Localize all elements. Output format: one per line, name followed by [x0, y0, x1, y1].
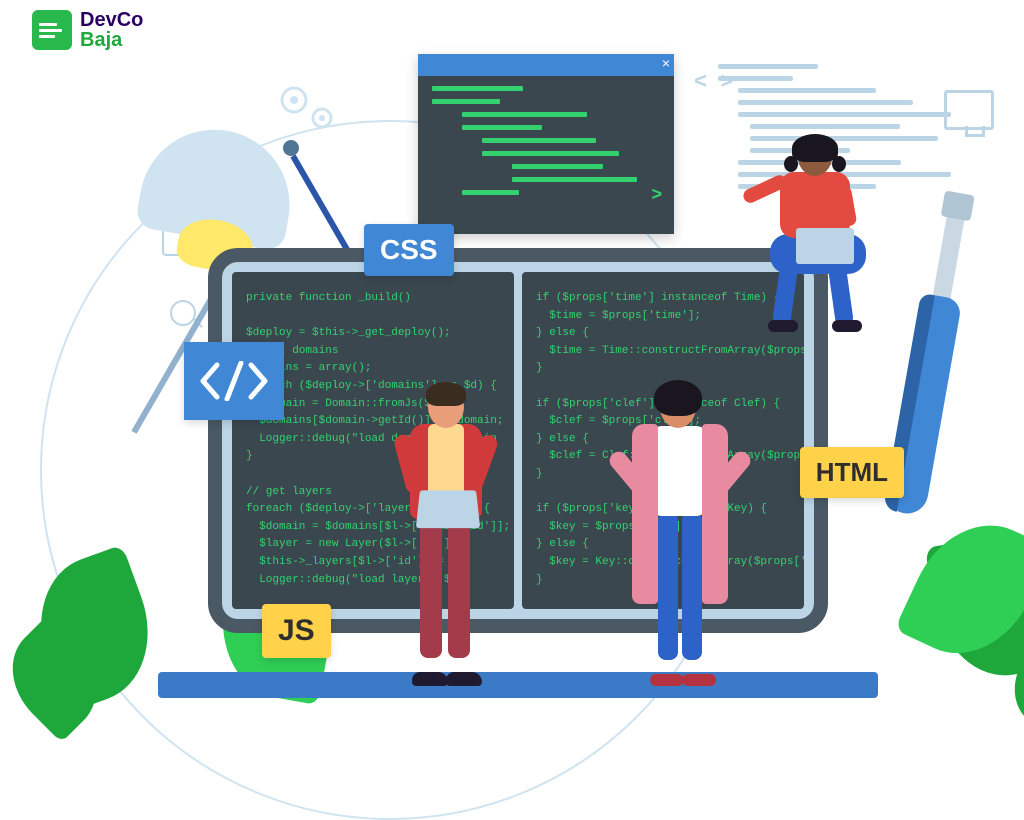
logo-icon — [32, 10, 72, 50]
code-badge — [184, 342, 284, 420]
html-tag: HTML — [800, 447, 904, 498]
logo-text-1: DevCo — [80, 10, 143, 30]
js-tag: JS — [262, 604, 331, 658]
person-female-standing — [610, 386, 750, 686]
person-male-standing — [380, 386, 510, 686]
logo-text-2: Baja — [80, 30, 143, 50]
close-icon: × — [662, 56, 670, 70]
caret-icon: > — [651, 184, 662, 205]
laptop-base-bar — [158, 672, 878, 698]
plant-left — [20, 501, 210, 686]
code-window: × > — [418, 54, 674, 234]
brand-logo: DevCo Baja — [32, 10, 143, 50]
window-titlebar: × — [418, 54, 674, 76]
css-tag: CSS — [364, 224, 454, 276]
monitor-icon — [944, 90, 994, 130]
person-seated — [740, 138, 900, 338]
